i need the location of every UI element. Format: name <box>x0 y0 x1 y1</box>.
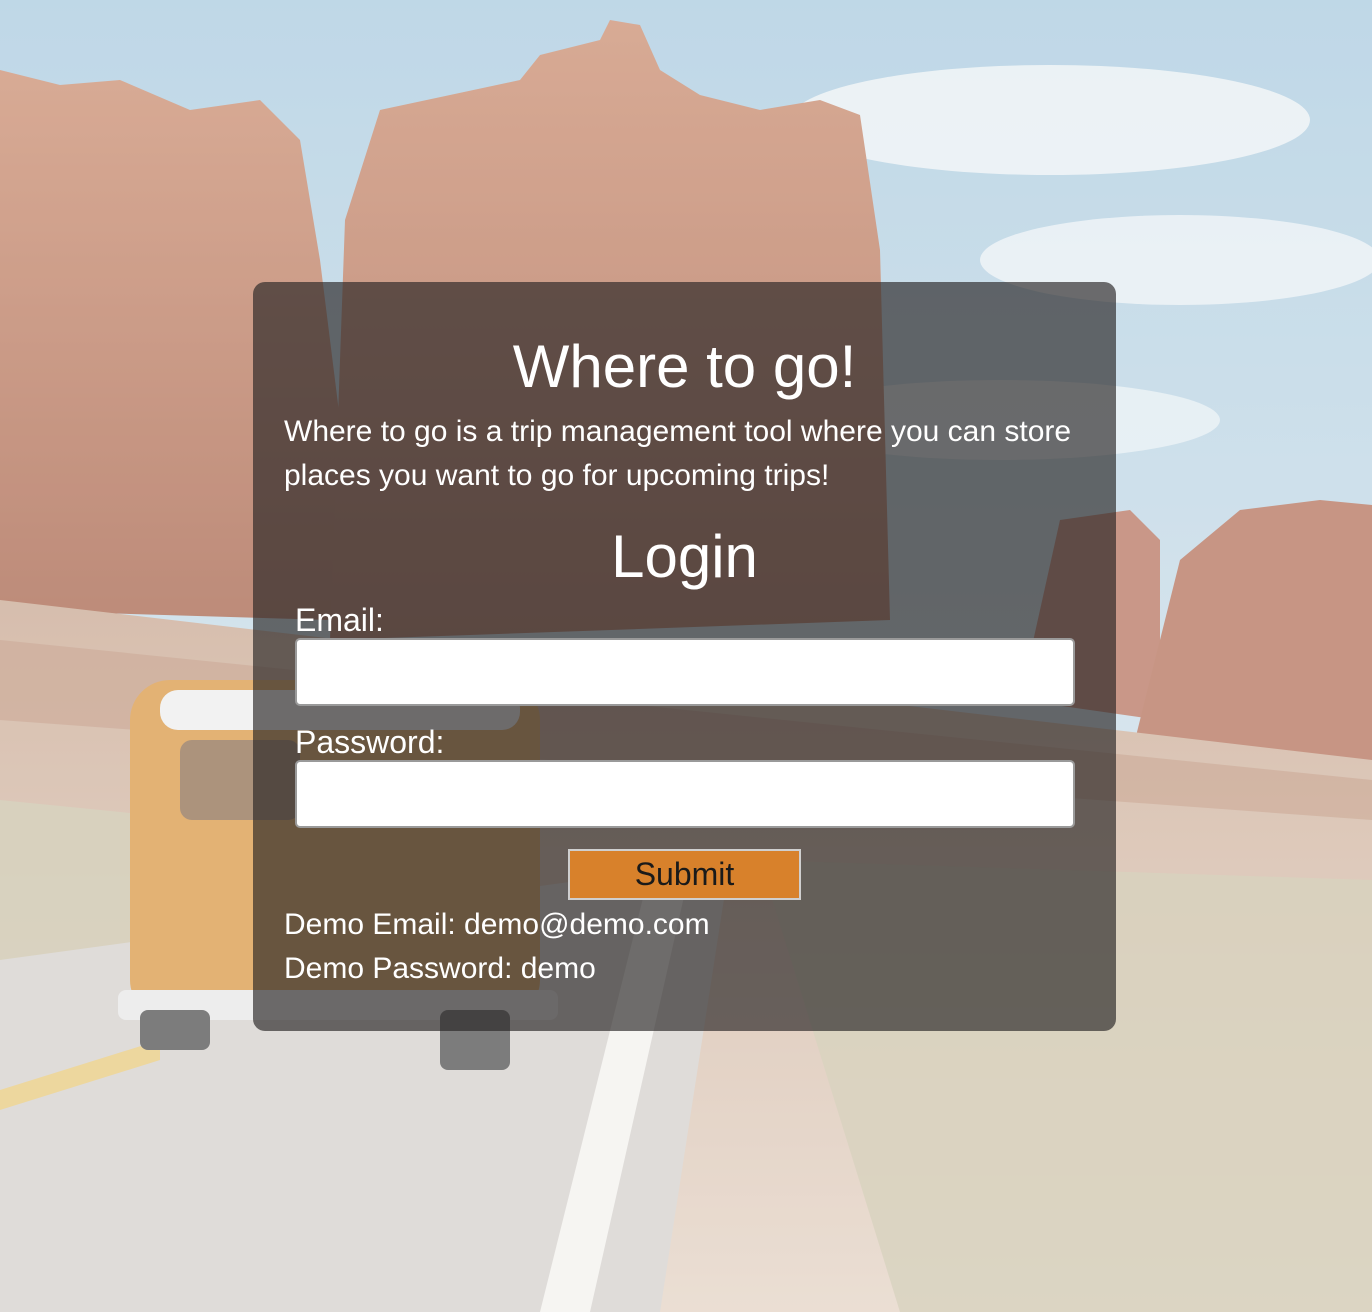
demo-email-text: Demo Email: demo@demo.com <box>284 908 710 941</box>
password-input[interactable] <box>295 760 1075 828</box>
submit-row: Submit <box>295 849 1074 900</box>
login-card: Where to go! Where to go is a trip manag… <box>253 282 1116 1031</box>
password-label: Password: <box>295 724 445 760</box>
login-form: Email: Password: Submit <box>284 602 1085 900</box>
app-description: Where to go is a trip management tool wh… <box>284 415 1072 492</box>
email-label: Email: <box>295 602 384 638</box>
submit-button[interactable]: Submit <box>568 849 801 900</box>
login-heading: Login <box>611 523 758 590</box>
app-title: Where to go! <box>512 333 857 400</box>
email-input[interactable] <box>295 638 1075 706</box>
demo-credentials: Demo Email: demo@demo.com Demo Password:… <box>284 903 1085 991</box>
demo-password-text: Demo Password: demo <box>284 952 596 985</box>
